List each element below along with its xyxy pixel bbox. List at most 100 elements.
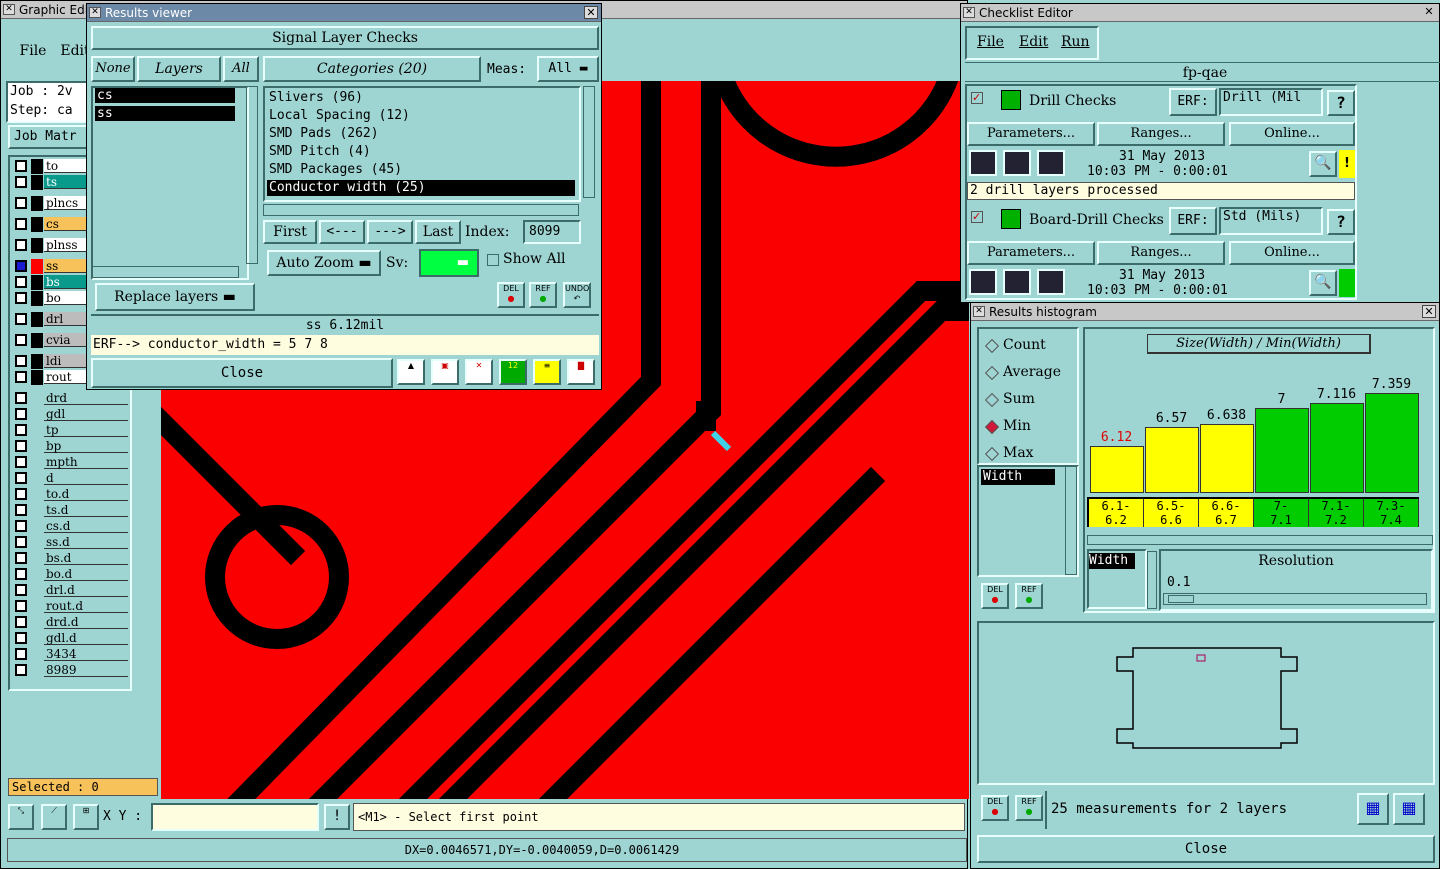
first-button[interactable]: First bbox=[263, 220, 317, 244]
categories-button[interactable]: Categories (20) bbox=[263, 56, 481, 82]
next-button[interactable]: ---> bbox=[367, 220, 413, 244]
summary-del-icon[interactable]: DEL ● bbox=[981, 795, 1009, 821]
hist-del-icon[interactable]: DEL ● bbox=[981, 583, 1009, 609]
layer-checkbox-ts.d[interactable] bbox=[15, 504, 27, 516]
histogram-bar[interactable] bbox=[1365, 393, 1419, 493]
layer-checkbox-ss.d[interactable] bbox=[15, 536, 27, 548]
meas-select[interactable]: All ▬ bbox=[537, 56, 599, 82]
menu-edit[interactable]: Edit bbox=[1019, 34, 1048, 50]
run-icon[interactable] bbox=[969, 150, 997, 176]
layer-checkbox-bo.d[interactable] bbox=[15, 568, 27, 580]
layer-color-swatch[interactable] bbox=[31, 259, 43, 274]
layer-checkbox-ts[interactable] bbox=[15, 176, 27, 188]
layer-color-swatch[interactable] bbox=[31, 175, 43, 190]
layer-checkbox-plncs[interactable] bbox=[15, 197, 27, 209]
window-menu-icon[interactable]: ✕ bbox=[963, 7, 975, 18]
layer-checkbox-drl[interactable] bbox=[15, 313, 27, 325]
replace-layers-button[interactable]: Replace layers ▬ bbox=[95, 283, 255, 311]
category-item[interactable]: Conductor width (25) bbox=[267, 180, 575, 196]
category-item[interactable]: Slivers (96) bbox=[267, 90, 575, 106]
check-2-enable[interactable]: ✓ bbox=[971, 211, 983, 223]
prev-button[interactable]: <--- bbox=[319, 220, 365, 244]
layer-color-swatch[interactable] bbox=[31, 312, 43, 327]
none-button[interactable]: None bbox=[91, 56, 135, 82]
layer-color-swatch[interactable] bbox=[31, 370, 43, 385]
layer-checkbox-bo[interactable] bbox=[15, 292, 27, 304]
histogram-icon[interactable]: ▇ bbox=[567, 359, 595, 385]
histogram-close-button[interactable]: Close bbox=[977, 835, 1435, 863]
layer-checkbox-bs.d[interactable] bbox=[15, 552, 27, 564]
layer-list-scrollbar[interactable] bbox=[246, 86, 258, 264]
layer-item-ss[interactable]: ss bbox=[95, 106, 235, 121]
categories-hscroll[interactable] bbox=[263, 204, 579, 216]
resolution-field-scrollbar[interactable] bbox=[1147, 551, 1157, 609]
layer-checkbox-ss[interactable] bbox=[15, 260, 27, 272]
summary-ref-icon[interactable]: REF ● bbox=[1015, 795, 1043, 821]
layer-list-hscroll[interactable] bbox=[91, 266, 239, 278]
layer-name-cs.d[interactable]: cs.d bbox=[44, 519, 128, 533]
xy-input[interactable] bbox=[151, 803, 319, 831]
report-icon[interactable]: ≡ bbox=[533, 359, 561, 385]
results-viewer-titlebar[interactable]: ✕ Results viewer ✕ bbox=[87, 4, 601, 22]
layer-checkbox-to.d[interactable] bbox=[15, 488, 27, 500]
layer-name-ts.d[interactable]: ts.d bbox=[44, 503, 128, 517]
check-2-online-button[interactable]: Online... bbox=[1229, 241, 1355, 265]
layer-color-swatch[interactable] bbox=[31, 238, 43, 253]
stop-icon[interactable] bbox=[1037, 269, 1065, 295]
layer-checkbox-3434[interactable] bbox=[15, 648, 27, 660]
highlight-icon[interactable]: ▲ bbox=[397, 359, 425, 385]
category-item[interactable]: Local Spacing (12) bbox=[267, 108, 575, 124]
layer-name-8989[interactable]: 8989 bbox=[44, 663, 128, 677]
layer-checkbox-rout[interactable] bbox=[15, 371, 27, 383]
layers-button[interactable]: Layers bbox=[137, 56, 221, 82]
histogram-bar[interactable] bbox=[1310, 403, 1364, 493]
layer-name-d[interactable]: d bbox=[44, 471, 128, 485]
results-close-button[interactable]: Close bbox=[91, 358, 393, 388]
checklist-editor-titlebar[interactable]: ✕ Checklist Editor ✕ bbox=[961, 4, 1439, 22]
show-all-checkbox[interactable] bbox=[487, 254, 499, 266]
layer-checkbox-drd.d[interactable] bbox=[15, 616, 27, 628]
layer-checkbox-d[interactable] bbox=[15, 472, 27, 484]
hist-ref-icon[interactable]: REF ● bbox=[1015, 583, 1043, 609]
category-item[interactable]: SMD Pitch (4) bbox=[267, 144, 575, 160]
layer-checkbox-drl.d[interactable] bbox=[15, 584, 27, 596]
ref-icon[interactable]: REF ● bbox=[529, 282, 557, 308]
layer-name-to.d[interactable]: to.d bbox=[44, 487, 128, 501]
all-button[interactable]: All bbox=[223, 56, 259, 82]
close-icon[interactable]: ✕ bbox=[584, 6, 598, 19]
layer-checkbox-drd[interactable] bbox=[15, 392, 27, 404]
zoom-icon[interactable]: 🔍 bbox=[1309, 151, 1337, 177]
zoom-icon[interactable]: 🔍 bbox=[1309, 270, 1337, 296]
layer-name-bs.d[interactable]: bs.d bbox=[44, 551, 128, 565]
layer-checkbox-tp[interactable] bbox=[15, 424, 27, 436]
info-icon[interactable]: ! bbox=[324, 804, 350, 830]
menu-file[interactable]: File bbox=[977, 34, 1004, 50]
export-icon[interactable]: ▦ bbox=[1357, 793, 1389, 825]
layer-name-drl.d[interactable]: drl.d bbox=[44, 583, 128, 597]
results-histogram-titlebar[interactable]: ✕ Results histogram ✕ bbox=[971, 303, 1439, 321]
resolution-slider[interactable] bbox=[1163, 593, 1427, 605]
signal-layer-checks-header[interactable]: Signal Layer Checks bbox=[91, 26, 599, 50]
field-list-scrollbar[interactable] bbox=[1065, 465, 1077, 575]
layer-color-swatch[interactable] bbox=[31, 196, 43, 211]
window-menu-icon[interactable]: ✕ bbox=[89, 7, 101, 18]
close-icon[interactable]: ✕ bbox=[1422, 6, 1436, 19]
numbers-icon[interactable]: 12 bbox=[499, 359, 527, 385]
layer-name-mpth[interactable]: mpth bbox=[44, 455, 128, 469]
layer-color-swatch[interactable] bbox=[31, 159, 43, 174]
del-icon[interactable]: DEL ● bbox=[497, 282, 525, 308]
layer-name-gdl[interactable]: gdl bbox=[44, 407, 128, 421]
window-menu-icon[interactable]: ✕ bbox=[973, 306, 985, 317]
export-all-icon[interactable]: ▦ bbox=[1393, 793, 1425, 825]
cancel-ref-icon[interactable]: ✕ bbox=[465, 359, 493, 385]
layer-checkbox-rout.d[interactable] bbox=[15, 600, 27, 612]
layer-checkbox-cs[interactable] bbox=[15, 218, 27, 230]
category-item[interactable]: SMD Packages (45) bbox=[267, 162, 575, 178]
check-2-name[interactable]: Board-Drill Checks bbox=[1029, 212, 1164, 228]
index-input[interactable]: 8099 bbox=[523, 220, 581, 244]
histogram-bar[interactable] bbox=[1090, 446, 1144, 493]
snap-icon[interactable]: ⤡ bbox=[8, 804, 34, 830]
check-1-ranges-button[interactable]: Ranges... bbox=[1097, 122, 1225, 146]
layer-name-rout.d[interactable]: rout.d bbox=[44, 599, 128, 613]
run-icon[interactable] bbox=[969, 269, 997, 295]
